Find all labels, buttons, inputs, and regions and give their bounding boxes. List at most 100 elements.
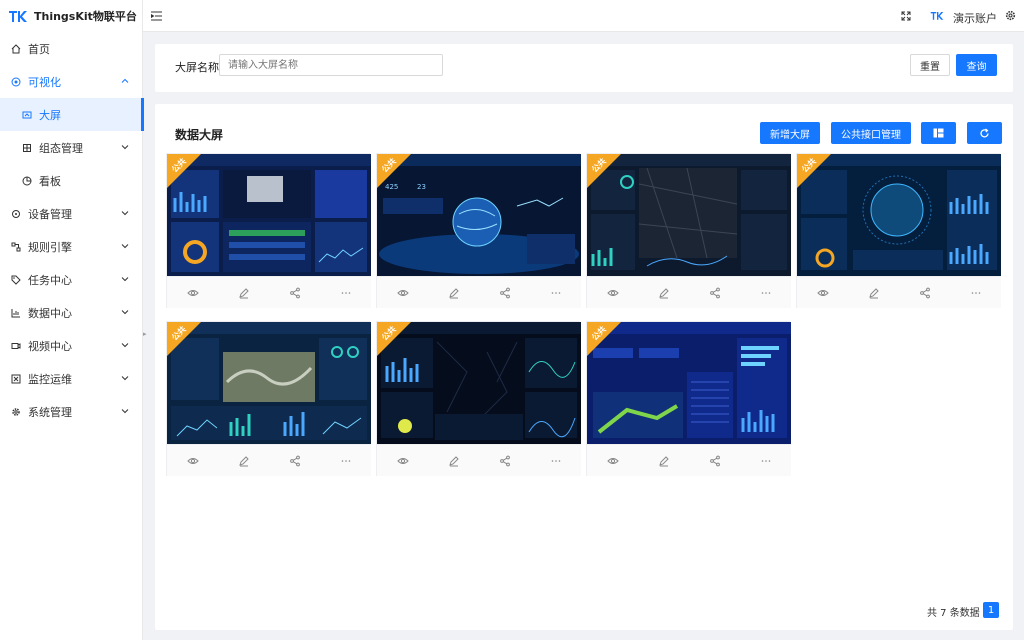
- chevron-down-icon: [121, 409, 129, 414]
- card-actions: [587, 276, 791, 308]
- sidebar-item-video-center[interactable]: 视频中心: [0, 329, 143, 362]
- edit-icon[interactable]: [448, 455, 460, 467]
- sidebar-item-visualization[interactable]: 可视化: [0, 65, 143, 98]
- grid-icon: [22, 143, 32, 153]
- chevron-down-icon: [121, 211, 129, 216]
- more-icon[interactable]: [970, 287, 982, 299]
- user-name[interactable]: 演示账户: [953, 10, 997, 26]
- card-actions: [167, 444, 371, 476]
- sidebar-item-configuration[interactable]: 组态管理: [0, 131, 143, 164]
- screen-card[interactable]: 公共: [796, 153, 1001, 308]
- preview-icon[interactable]: [396, 455, 409, 467]
- screen-card[interactable]: 公共: [586, 153, 791, 308]
- preview-icon[interactable]: [606, 455, 619, 467]
- sidebar: ThingsKit物联平台 首页 可视化 大屏 组态管理 看板 设备管理 规则引…: [0, 0, 144, 640]
- rule-icon: [11, 242, 21, 252]
- preview-icon[interactable]: [396, 287, 409, 299]
- sidebar-item-label: 看板: [39, 174, 61, 188]
- sidebar-item-data-center[interactable]: 数据中心: [0, 296, 143, 329]
- reset-button[interactable]: 重置: [910, 54, 950, 76]
- app-logo[interactable]: ThingsKit物联平台: [0, 0, 142, 32]
- search-panel: 大屏名称 重置 查询: [155, 44, 1013, 92]
- chevron-up-icon: [121, 78, 129, 83]
- avatar[interactable]: [930, 10, 944, 21]
- screen-card[interactable]: 425 23 公共: [376, 153, 581, 308]
- screen-icon: [22, 110, 32, 120]
- card-actions: [587, 444, 791, 476]
- layout-toggle-button[interactable]: [921, 122, 956, 144]
- sidebar-item-dashboard[interactable]: 看板: [0, 164, 143, 197]
- sidebar-item-monitoring[interactable]: 监控运维: [0, 362, 143, 395]
- public-badge: 公共: [587, 322, 621, 356]
- public-badge: 公共: [797, 154, 831, 188]
- edit-icon[interactable]: [658, 455, 670, 467]
- public-badge: 公共: [167, 154, 201, 188]
- more-icon[interactable]: [760, 455, 772, 467]
- edit-icon[interactable]: [868, 287, 880, 299]
- more-icon[interactable]: [550, 287, 562, 299]
- edit-icon[interactable]: [658, 287, 670, 299]
- sidebar-item-home[interactable]: 首页: [0, 32, 143, 65]
- edit-icon[interactable]: [238, 455, 250, 467]
- share-icon[interactable]: [499, 287, 511, 299]
- preview-icon[interactable]: [186, 455, 199, 467]
- share-icon[interactable]: [919, 287, 931, 299]
- fullscreen-icon[interactable]: [901, 11, 911, 21]
- layout-icon: [933, 128, 944, 138]
- card-actions: [797, 276, 1001, 308]
- share-icon[interactable]: [709, 455, 721, 467]
- eye-icon: [11, 77, 21, 87]
- query-button[interactable]: 查询: [956, 54, 997, 76]
- thingskit-logo-icon: [9, 11, 27, 22]
- screen-name-input[interactable]: [219, 54, 443, 76]
- more-icon[interactable]: [760, 287, 772, 299]
- sidebar-item-label: 可视化: [28, 75, 61, 89]
- chevron-down-icon: [121, 343, 129, 348]
- more-icon[interactable]: [340, 287, 352, 299]
- sidebar-item-label: 大屏: [39, 108, 61, 122]
- preview-icon[interactable]: [606, 287, 619, 299]
- refresh-button[interactable]: [967, 122, 1002, 144]
- menu-fold-icon[interactable]: [151, 11, 162, 21]
- sidebar-item-task-center[interactable]: 任务中心: [0, 263, 143, 296]
- sidebar-item-rule-engine[interactable]: 规则引擎: [0, 230, 143, 263]
- sidebar-item-big-screen[interactable]: 大屏: [0, 98, 144, 131]
- monitor-icon: [11, 374, 21, 384]
- card-actions: [377, 444, 581, 476]
- topbar: 演示账户: [143, 0, 1024, 32]
- share-icon[interactable]: [289, 455, 301, 467]
- svg-text:23: 23: [417, 183, 426, 191]
- page-1-button[interactable]: 1: [983, 602, 999, 618]
- public-badge: 公共: [377, 154, 411, 188]
- screen-card[interactable]: 公共: [376, 321, 581, 476]
- sidebar-item-label: 监控运维: [28, 372, 72, 386]
- card-actions: [377, 276, 581, 308]
- more-icon[interactable]: [340, 455, 352, 467]
- total-count: 共 7 条数据: [927, 608, 980, 619]
- list-title: 数据大屏: [175, 128, 224, 142]
- share-icon[interactable]: [289, 287, 301, 299]
- pie-icon: [22, 176, 32, 186]
- preview-icon[interactable]: [816, 287, 829, 299]
- sidebar-item-label: 设备管理: [28, 207, 72, 221]
- screen-card[interactable]: 公共: [166, 153, 371, 308]
- screen-card[interactable]: 公共: [586, 321, 791, 476]
- sidebar-item-system-management[interactable]: 系统管理: [0, 395, 143, 428]
- gear-icon: [11, 407, 21, 417]
- card-actions: [167, 276, 371, 308]
- sidebar-item-label: 系统管理: [28, 405, 72, 419]
- chevron-down-icon: [121, 310, 129, 315]
- sidebar-item-device-management[interactable]: 设备管理: [0, 197, 143, 230]
- edit-icon[interactable]: [238, 287, 250, 299]
- screen-card[interactable]: 公共: [166, 321, 371, 476]
- edit-icon[interactable]: [448, 287, 460, 299]
- preview-icon[interactable]: [186, 287, 199, 299]
- share-icon[interactable]: [709, 287, 721, 299]
- settings-icon[interactable]: [1005, 10, 1016, 21]
- add-screen-button[interactable]: 新增大屏: [760, 122, 820, 144]
- sidebar-collapse-handle[interactable]: ▸: [143, 330, 150, 342]
- device-icon: [11, 209, 21, 219]
- more-icon[interactable]: [550, 455, 562, 467]
- share-icon[interactable]: [499, 455, 511, 467]
- public-api-button[interactable]: 公共接口管理: [831, 122, 911, 144]
